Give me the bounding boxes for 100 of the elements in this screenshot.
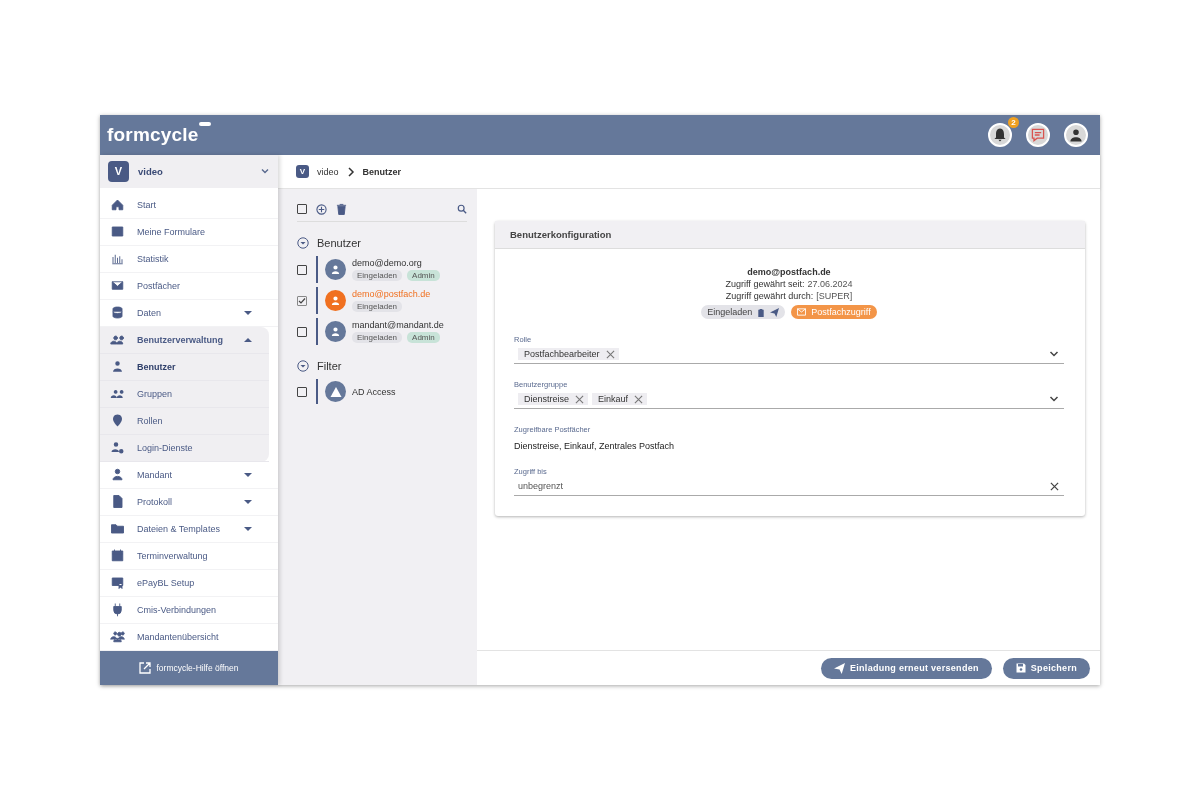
entry-name: mandant@mandant.de: [352, 320, 444, 330]
info-label: Zugriff gewährt seit:: [725, 279, 805, 289]
nav-item[interactable]: Postfächer: [100, 272, 278, 300]
send-icon: [833, 662, 845, 674]
row-checkbox[interactable]: [297, 295, 307, 306]
multi-select-field[interactable]: Dienstreise Einkauf: [514, 392, 1064, 409]
trash-icon[interactable]: [336, 203, 347, 215]
selected-chip: Postfachbearbeiter: [518, 348, 619, 360]
multi-select-field[interactable]: Postfachbearbeiter: [514, 347, 1064, 364]
nav-item[interactable]: Mandant: [100, 461, 278, 489]
nav-icon: [110, 278, 125, 293]
group-header[interactable]: Benutzer: [297, 232, 362, 254]
nav-item[interactable]: Meine Formulare: [100, 218, 278, 246]
remove-icon[interactable]: [605, 349, 615, 359]
notification-count: 2: [1008, 117, 1019, 128]
nav-icon: [110, 305, 125, 320]
chevron-down-icon[interactable]: [1049, 395, 1059, 403]
user-avatar-icon: [325, 321, 346, 342]
caret-icon: [244, 336, 252, 343]
caret-icon: [244, 471, 252, 478]
nav-item[interactable]: Protokoll: [100, 488, 278, 516]
info-value: 27.06.2024: [807, 279, 853, 289]
save-icon: [1015, 663, 1026, 673]
resend-invitation-button[interactable]: Einladung erneut versenden: [820, 657, 992, 679]
collapse-icon: [297, 360, 309, 372]
user-avatar-icon: [325, 290, 346, 311]
row-checkbox[interactable]: [297, 326, 307, 337]
card-title: Benutzerkonfiguration: [510, 229, 612, 240]
tenant-selector[interactable]: V video: [100, 155, 278, 188]
tenant-avatar: V: [108, 160, 129, 182]
version-badge: [198, 122, 211, 126]
nav-item[interactable]: Benutzerverwaltung: [100, 326, 269, 354]
clear-icon[interactable]: [1050, 481, 1059, 491]
remove-icon[interactable]: [634, 394, 644, 404]
list-entry[interactable]: demo@postfach.de Eingeladen: [316, 287, 467, 314]
chevron-right-icon: [346, 166, 355, 177]
user-email: demo@postfach.de: [747, 267, 831, 277]
caret-icon: [244, 525, 252, 532]
search-icon[interactable]: [457, 204, 467, 214]
nav-subitem[interactable]: Rollen: [100, 407, 269, 435]
add-icon[interactable]: [316, 203, 327, 215]
nav-item[interactable]: Cmis-Verbindungen: [100, 596, 278, 624]
list-entry[interactable]: mandant@mandant.de Eingeladen Admin: [316, 318, 467, 345]
nav-icon: [110, 332, 125, 347]
nav-item[interactable]: ePayBL Setup: [100, 569, 278, 597]
status-tag: Admin: [407, 332, 440, 343]
nav-icon: [110, 197, 125, 212]
info-value: [SUPER]: [816, 291, 853, 301]
caret-icon: [244, 309, 252, 316]
mailbox-badge: Postfachzugriff: [791, 305, 877, 319]
user-icon: [1068, 127, 1084, 143]
nav-item[interactable]: Mandantenübersicht: [100, 623, 278, 651]
tenant-name: video: [138, 165, 164, 177]
remove-icon[interactable]: [575, 394, 585, 404]
nav-icon: [110, 521, 125, 536]
nav-icon: [110, 575, 125, 590]
chat-icon: [1030, 127, 1046, 143]
help-link[interactable]: formcycle-Hilfe öffnen: [100, 650, 278, 685]
breadcrumb-item: Benutzer: [362, 166, 402, 177]
warning-avatar-icon: [325, 381, 346, 402]
nav-subitem[interactable]: Benutzer: [100, 353, 269, 381]
selected-chip: Dienstreise: [518, 393, 589, 405]
nav-icon: [110, 548, 125, 563]
date-input-field[interactable]: unbegrenzt: [514, 479, 1064, 496]
list-entry[interactable]: AD Access: [316, 379, 467, 404]
selected-chip: Einkauf: [592, 393, 648, 405]
bell-icon: [992, 127, 1008, 143]
entry-name: demo@postfach.de: [352, 289, 431, 299]
nav-icon: [110, 413, 125, 428]
profile-button[interactable]: [1064, 123, 1088, 147]
nav-item[interactable]: Daten: [100, 299, 278, 327]
status-tag: Eingeladen: [352, 332, 403, 343]
nav-icon: [110, 629, 125, 644]
tenant-avatar: V: [296, 165, 309, 178]
nav-item[interactable]: Terminverwaltung: [100, 542, 278, 570]
nav-icon: [110, 602, 125, 617]
row-checkbox[interactable]: [297, 264, 307, 275]
user-avatar-icon: [325, 259, 346, 280]
entry-name: demo@demo.org: [352, 258, 423, 268]
notifications-button[interactable]: [988, 123, 1012, 147]
logo[interactable]: formcycle: [107, 124, 199, 146]
collapse-icon: [297, 237, 309, 249]
nav-item[interactable]: Dateien & Templates: [100, 515, 278, 543]
external-link-icon: [139, 661, 152, 674]
nav-item[interactable]: Start: [100, 191, 278, 219]
messages-button[interactable]: [1026, 123, 1050, 147]
nav-icon: [110, 467, 125, 482]
select-all-checkbox[interactable]: [297, 204, 307, 214]
status-tag: Eingeladen: [352, 301, 403, 312]
save-button[interactable]: Speichern: [1002, 657, 1090, 679]
nav-subitem[interactable]: Gruppen: [100, 380, 269, 408]
list-entry[interactable]: demo@demo.org Eingeladen Admin: [316, 256, 467, 283]
status-badge: Eingeladen: [701, 305, 786, 319]
nav-icon: [110, 440, 125, 455]
nav-subitem[interactable]: Login-Dienste: [100, 434, 269, 462]
row-checkbox[interactable]: [297, 386, 307, 397]
chevron-down-icon[interactable]: [1049, 350, 1059, 358]
info-label: Zugriff gewährt durch:: [725, 291, 814, 301]
breadcrumb-item[interactable]: video: [317, 166, 339, 177]
group-header[interactable]: Filter: [297, 355, 342, 377]
